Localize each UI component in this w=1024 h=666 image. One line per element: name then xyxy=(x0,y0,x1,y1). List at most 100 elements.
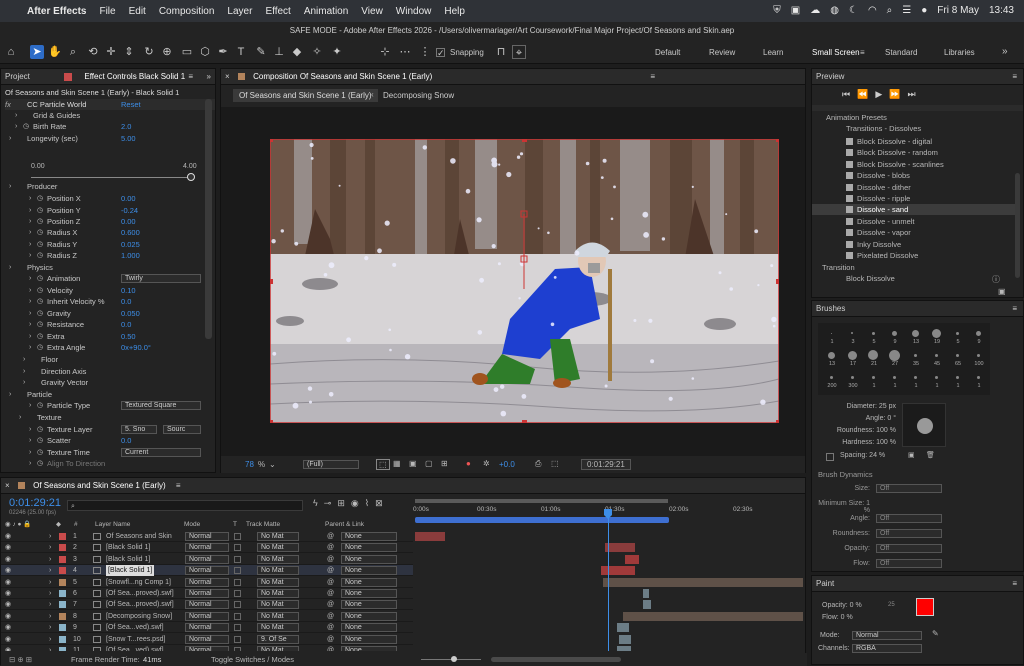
layer-row[interactable]: ◉ › 6 [Of Sea...proved).swf] Normal No Mat @ No… xyxy=(1,588,413,599)
preserve-transparency-checkbox[interactable] xyxy=(234,590,241,597)
expand-arrow-icon[interactable]: › xyxy=(29,424,31,435)
preset-item[interactable]: Dissolve - ripple xyxy=(812,193,1015,204)
track-matte-dropdown[interactable]: No Mat xyxy=(257,623,299,633)
parent-dropdown[interactable]: None xyxy=(341,566,397,576)
stopwatch-icon[interactable]: ◷ xyxy=(37,285,43,296)
brush-preset[interactable] xyxy=(850,375,854,379)
paint-flow[interactable]: Flow: 0 % xyxy=(822,612,862,624)
stopwatch-icon[interactable]: ◷ xyxy=(37,205,43,216)
stopwatch-icon[interactable]: ◷ xyxy=(37,331,43,342)
preset-item[interactable]: Pixelated Dissolve xyxy=(812,250,1015,261)
brush-preset[interactable] xyxy=(871,375,875,379)
presets-folder-root[interactable]: Animation Presets xyxy=(826,113,887,122)
preset-scrollbar[interactable] xyxy=(1015,173,1020,278)
stopwatch-icon[interactable]: ◷ xyxy=(37,319,43,330)
brush-preset[interactable] xyxy=(868,350,878,360)
channel-icon[interactable]: ⊞ xyxy=(441,459,448,468)
brush-save-icon[interactable]: ▣ xyxy=(908,451,915,459)
rectangle-tool-icon[interactable]: ▭ xyxy=(180,45,194,59)
new-preset-icon[interactable]: ▣ xyxy=(998,287,1006,296)
type-tool-icon[interactable]: T xyxy=(234,45,248,59)
roi-icon[interactable]: ▢ xyxy=(425,459,433,468)
siri-icon[interactable]: ● xyxy=(921,5,927,16)
layer-label-color[interactable] xyxy=(59,533,66,540)
visibility-icon[interactable]: ◉ xyxy=(5,565,11,576)
parent-dropdown[interactable]: None xyxy=(341,532,397,541)
parent-dropdown[interactable]: None xyxy=(341,554,397,564)
pickwhip-icon[interactable]: @ xyxy=(327,634,334,645)
preset-item[interactable]: Block Dissolve - random xyxy=(812,147,1015,158)
track-matte-dropdown[interactable]: No Mat xyxy=(257,646,299,651)
cube-tool-icon[interactable]: ⬡ xyxy=(198,45,212,59)
preset-item[interactable]: Dissolve - unmelt xyxy=(812,216,1015,227)
effect-prop-value[interactable]: -0.24 xyxy=(121,205,138,216)
brush-preset[interactable] xyxy=(955,375,959,379)
breadcrumb-arrow-icon[interactable]: ‹ xyxy=(371,90,374,99)
menu-help[interactable]: Help xyxy=(444,6,465,17)
effect-prop-dropdown[interactable]: Textured Square xyxy=(121,401,201,410)
foreground-color-swatch[interactable] xyxy=(916,598,934,616)
play-icon[interactable]: ▶ xyxy=(875,89,889,99)
stopwatch-icon[interactable]: ◷ xyxy=(37,458,43,469)
expand-arrow-icon[interactable]: › xyxy=(9,262,11,273)
layer-row[interactable]: ◉ › 1 Of Seasons and Skin Normal No Mat @ None xyxy=(1,531,413,542)
parent-dropdown[interactable]: None xyxy=(341,634,397,644)
longevity-slider-handle[interactable] xyxy=(187,173,195,181)
preserve-transparency-checkbox[interactable] xyxy=(234,555,241,563)
reset-link[interactable]: Reset xyxy=(121,99,141,110)
effect-prop-value[interactable]: 0.0 xyxy=(121,319,131,330)
brushes-menu-icon[interactable]: ≡ xyxy=(1012,301,1017,317)
paint-channels-dropdown[interactable]: RGBA xyxy=(852,644,922,653)
stopwatch-icon[interactable]: ◷ xyxy=(37,273,43,284)
layer-mode-dropdown[interactable]: Normal xyxy=(185,532,229,541)
tab-project[interactable]: Project xyxy=(5,72,30,81)
expand-arrow-icon[interactable]: › xyxy=(29,319,31,330)
stopwatch-icon[interactable]: ◷ xyxy=(37,296,43,307)
expand-layer-icon[interactable]: › xyxy=(49,611,51,622)
layer-duration-bar[interactable] xyxy=(643,589,649,598)
puppet-tool-icon[interactable]: ✦ xyxy=(330,45,344,59)
layer-name[interactable]: [Snow T...rees.psd] xyxy=(106,634,165,645)
brush-preset[interactable] xyxy=(955,331,959,335)
breadcrumb-decomposing-snow[interactable]: Decomposing Snow xyxy=(383,91,454,100)
effect-prop-row[interactable]: › Physics xyxy=(1,262,205,273)
zoom-tool-icon[interactable]: ⌕ xyxy=(66,45,80,59)
layer-row[interactable]: ◉ › 8 [Decomposing Snow] Normal No Mat @ None xyxy=(1,611,413,622)
expand-arrow-icon[interactable]: › xyxy=(29,216,31,227)
effect-prop-row[interactable]: › ◷ Inherit Velocity % 0.0 xyxy=(1,296,205,307)
expand-arrow-icon[interactable]: › xyxy=(29,458,31,469)
layer-name[interactable]: [Decomposing Snow] xyxy=(106,611,172,622)
orbit-tool-icon[interactable]: ⟲ xyxy=(86,45,100,59)
prev-frame-icon[interactable]: ⏪ xyxy=(857,89,875,99)
brush-preset[interactable] xyxy=(891,330,897,336)
expand-arrow-icon[interactable]: › xyxy=(9,133,11,144)
expand-layer-icon[interactable]: › xyxy=(49,531,51,542)
stopwatch-icon[interactable]: ◷ xyxy=(37,250,43,261)
brush-preset[interactable] xyxy=(827,351,835,359)
info-icon[interactable]: ⓘ xyxy=(992,274,1000,285)
effect-prop-row[interactable]: › Particle xyxy=(1,389,205,400)
layer-duration-bar[interactable] xyxy=(603,577,803,587)
expand-arrow-icon[interactable]: › xyxy=(23,354,25,365)
timeline-search-input[interactable]: ⌕ xyxy=(67,500,303,511)
pickwhip-icon[interactable]: @ xyxy=(327,577,334,588)
expand-layer-icon[interactable]: › xyxy=(49,599,51,610)
pickwhip-icon[interactable]: @ xyxy=(327,531,334,542)
expand-arrow-icon[interactable]: › xyxy=(9,389,11,400)
preview-menu-icon[interactable]: ≡ xyxy=(1012,69,1017,85)
visibility-icon[interactable]: ◉ xyxy=(5,645,11,651)
preserve-transparency-checkbox[interactable] xyxy=(234,647,241,651)
expand-arrow-icon[interactable]: › xyxy=(29,273,31,284)
expand-arrow-icon[interactable]: › xyxy=(29,285,31,296)
stopwatch-icon[interactable]: ◷ xyxy=(37,435,43,446)
expand-layer-icon[interactable]: › xyxy=(49,645,51,651)
track-matte-dropdown[interactable]: No Mat xyxy=(257,577,299,587)
effect-prop-value[interactable]: 0.10 xyxy=(121,285,136,296)
layer-row[interactable]: ◉ › 3 [Black Solid 1] Normal No Mat @ None xyxy=(1,554,413,565)
layer-row[interactable]: ◉ › 5 [Snowfl...ng Comp 1] Normal No Mat @ None xyxy=(1,577,413,588)
menu-view[interactable]: View xyxy=(361,6,383,17)
render-icon[interactable]: ⊠ xyxy=(375,498,389,508)
timeline-scrollbar[interactable] xyxy=(491,657,621,662)
comp-panel-menu-icon[interactable]: ≡ xyxy=(650,69,655,85)
effect-prop-dropdown[interactable]: Current xyxy=(121,448,201,457)
